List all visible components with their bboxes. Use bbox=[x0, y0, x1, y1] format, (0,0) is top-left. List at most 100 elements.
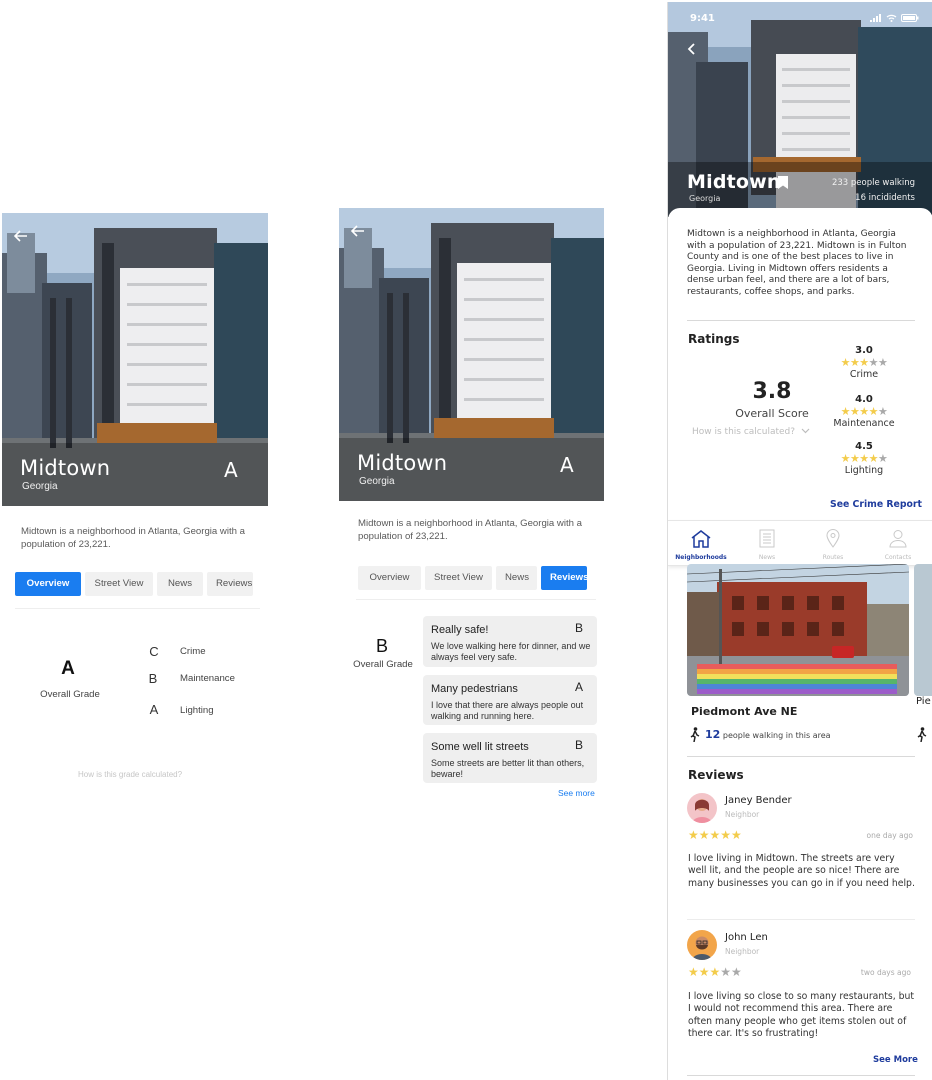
walking-count: 12 bbox=[705, 728, 721, 741]
review-grade: B bbox=[574, 621, 583, 635]
hero-grade: A bbox=[560, 453, 574, 477]
back-chevron-icon[interactable] bbox=[685, 42, 699, 56]
review-time: two days ago bbox=[860, 968, 911, 977]
nav-label: News bbox=[758, 554, 776, 561]
review-stars: ★★★★★ bbox=[688, 828, 742, 842]
overall-grade-label: Overall Grade bbox=[353, 659, 413, 670]
tab-news[interactable]: News bbox=[157, 572, 203, 596]
overall-score: 3.8 bbox=[752, 379, 792, 404]
hero-image: 9:41 Midtown Georgia 233 people walking … bbox=[668, 2, 932, 217]
news-icon bbox=[759, 529, 775, 548]
star-icon: ★★★★★ bbox=[688, 828, 742, 842]
people-walking-count: 233 people walking bbox=[831, 178, 915, 188]
street-photo-image bbox=[687, 564, 909, 696]
avatar bbox=[687, 930, 717, 960]
crime-report-link[interactable]: See Crime Report bbox=[830, 499, 922, 510]
reviewer-role: Neighbor bbox=[725, 947, 760, 956]
back-arrow-icon[interactable] bbox=[12, 227, 30, 245]
divider bbox=[15, 608, 260, 609]
hero-subtitle: Georgia bbox=[359, 476, 395, 487]
map-pin-icon bbox=[826, 529, 840, 548]
review-title: Many pedestrians bbox=[431, 683, 518, 695]
divider bbox=[687, 1075, 915, 1076]
tab-news[interactable]: News bbox=[496, 566, 537, 590]
description: Midtown is a neighborhood in Atlanta, Ge… bbox=[358, 518, 582, 542]
nav-label: Neighborhoods bbox=[675, 554, 727, 561]
nav-contacts[interactable]: Contacts bbox=[868, 529, 928, 561]
rating-value: 3.0 bbox=[855, 345, 873, 356]
street-name: Piedmont Ave NE bbox=[691, 705, 798, 718]
grade-calculation-link[interactable]: How is this grade calculated? bbox=[78, 770, 182, 779]
reviewer: John Len Neighbor bbox=[687, 930, 887, 962]
rating-label: Crime bbox=[849, 369, 879, 380]
divider bbox=[687, 320, 915, 321]
rating-value: 4.0 bbox=[855, 394, 873, 405]
see-more-link[interactable]: See more bbox=[558, 788, 595, 798]
reviewer-name: Janey Bender bbox=[725, 795, 792, 806]
hero-image: Midtown Georgia A bbox=[2, 213, 268, 506]
crime-grade: C bbox=[149, 644, 159, 659]
review-body: I love that there are always people out … bbox=[431, 700, 584, 721]
ratings-heading: Ratings bbox=[688, 332, 740, 346]
star-icon: ★★ bbox=[868, 356, 888, 369]
see-more-reviews-link[interactable]: See More bbox=[873, 1055, 918, 1065]
review-title: Some well lit streets bbox=[431, 741, 529, 753]
rating-stars: ★★★★★ bbox=[824, 452, 904, 465]
maintenance-label: Maintenance bbox=[180, 673, 235, 684]
review-grade: A bbox=[574, 680, 583, 694]
screen-reviews: Midtown Georgia A Midtown is a neighborh… bbox=[335, 0, 610, 1080]
tab-reviews[interactable]: Reviews bbox=[541, 566, 588, 590]
status-time: 9:41 bbox=[690, 13, 715, 24]
hero-title: Midtown bbox=[20, 456, 111, 480]
tab-street-view[interactable]: Street View bbox=[85, 572, 153, 596]
lighting-grade: A bbox=[149, 702, 159, 717]
walking-person-icon bbox=[690, 727, 700, 742]
tab-overview[interactable]: Overview bbox=[15, 572, 81, 596]
person-icon bbox=[889, 530, 907, 548]
review-text: I love living in Midtown. The streets ar… bbox=[688, 853, 915, 889]
description: Midtown is a neighborhood in Atlanta, Ge… bbox=[21, 526, 245, 550]
chevron-down-icon bbox=[801, 428, 810, 434]
nav-routes[interactable]: Routes bbox=[803, 529, 863, 561]
hero-subtitle: Georgia bbox=[689, 194, 721, 203]
crime-label: Crime bbox=[180, 646, 206, 657]
nav-label: Routes bbox=[822, 554, 844, 561]
nav-neighborhoods[interactable]: Neighborhoods bbox=[671, 529, 731, 561]
next-street-name: Pie bbox=[916, 696, 931, 707]
hero-title: Midtown bbox=[687, 171, 781, 193]
star-icon: ★★★ bbox=[688, 965, 721, 979]
status-icons bbox=[870, 14, 919, 22]
avatar bbox=[687, 793, 717, 823]
rating-lighting: 4.5 ★★★★★ Lighting bbox=[824, 441, 904, 476]
review-card[interactable]: Some well lit streets B Some streets are… bbox=[423, 733, 597, 783]
star-icon: ★★★★ bbox=[840, 405, 879, 418]
rating-stars: ★★★★★ bbox=[824, 356, 904, 369]
signal-icon bbox=[870, 14, 881, 22]
review-stars: ★★★★★ bbox=[688, 965, 742, 979]
screen-detail: 9:41 Midtown Georgia 233 people walking … bbox=[667, 2, 932, 1080]
overall-score-label: Overall Score bbox=[735, 407, 809, 420]
screen-overview: Midtown Georgia A Midtown is a neighborh… bbox=[0, 0, 280, 1080]
tab-street-view[interactable]: Street View bbox=[425, 566, 492, 590]
tab-overview[interactable]: Overview bbox=[358, 566, 421, 590]
score-calculation-link[interactable]: How is this calculated? bbox=[692, 427, 810, 437]
tab-reviews[interactable]: Reviews bbox=[207, 572, 253, 596]
hero-title: Midtown bbox=[357, 451, 448, 475]
nav-news[interactable]: News bbox=[737, 529, 797, 561]
street-photo[interactable] bbox=[687, 564, 909, 696]
tab-bar: Overview Street View News Reviews bbox=[358, 566, 588, 590]
nav-label: Contacts bbox=[884, 554, 912, 561]
reviews-heading: Reviews bbox=[688, 768, 744, 782]
review-card[interactable]: Many pedestrians A I love that there are… bbox=[423, 675, 597, 725]
divider bbox=[356, 599, 596, 600]
lighting-label: Lighting bbox=[180, 705, 214, 716]
review-card[interactable]: Really safe! B We love walking here for … bbox=[423, 616, 597, 667]
review-title: Really safe! bbox=[431, 624, 489, 636]
overall-grade-label: Overall Grade bbox=[40, 689, 100, 700]
hero-grade: A bbox=[224, 458, 238, 482]
back-arrow-icon[interactable] bbox=[349, 222, 367, 240]
bookmark-icon[interactable] bbox=[778, 176, 788, 189]
home-icon bbox=[691, 530, 711, 548]
next-street-photo[interactable] bbox=[914, 564, 932, 696]
tab-bar: Overview Street View News Reviews bbox=[15, 572, 253, 596]
